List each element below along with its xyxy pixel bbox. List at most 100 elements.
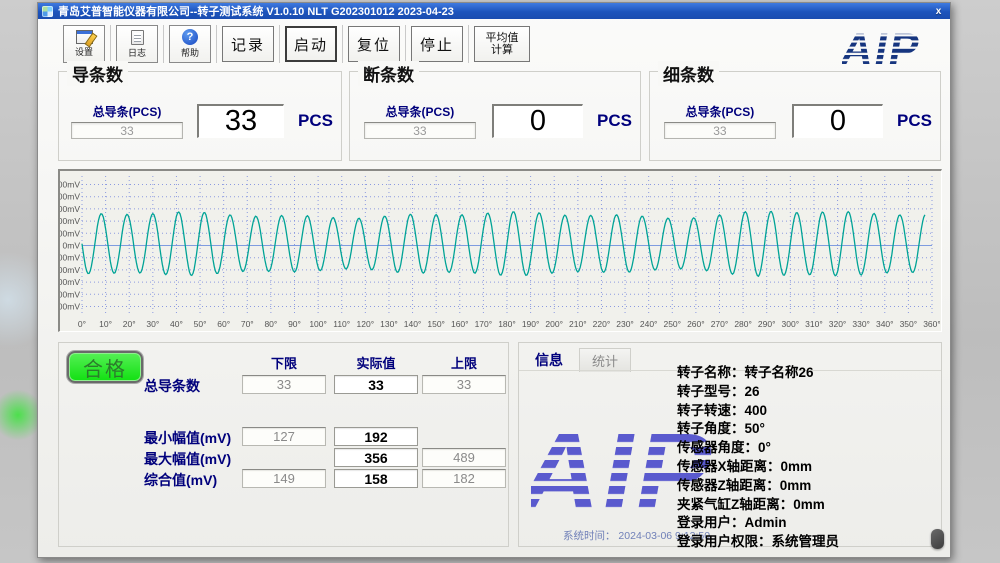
row-label: 最大幅值(mV): [144, 449, 231, 469]
count-display: 33: [197, 104, 284, 138]
row-label: 最小幅值(mV): [144, 428, 231, 448]
svg-text:340°: 340°: [876, 319, 894, 329]
group-title: 细条数: [658, 61, 719, 86]
svg-text:270°: 270°: [711, 319, 729, 329]
svg-text:500mV: 500mV: [60, 180, 80, 190]
waveform-svg: 500mV400mV300mV200mV100mV0mV100mV200mV30…: [60, 171, 940, 331]
toolbar-divider: [342, 25, 343, 63]
svg-text:140°: 140°: [404, 319, 422, 329]
toolbar-button-1[interactable]: 记录: [222, 26, 274, 62]
info-line: 转子名称：转子名称26: [677, 361, 814, 381]
info-line: 登录用户权限：系统管理员: [677, 530, 839, 550]
toolbar-button-3[interactable]: 复位: [348, 26, 400, 62]
title-bar[interactable]: 青岛艾普智能仪器有限公司--转子测试系统 V1.0.10 NLT G202301…: [38, 3, 950, 19]
toolbar-button-4[interactable]: 停止: [411, 26, 463, 62]
unit-label: PCS: [298, 111, 333, 131]
toolbar-divider: [110, 25, 111, 63]
toolbar: 设置日志 ?帮助记录 启动 复位 停止平均值计算: [63, 23, 530, 65]
total-bars-input[interactable]: 33: [71, 122, 183, 139]
svg-text:300mV: 300mV: [60, 204, 80, 214]
svg-text:100mV: 100mV: [60, 253, 80, 263]
svg-text:500mV: 500mV: [60, 301, 80, 311]
settings-icon: [76, 30, 93, 44]
svg-text:60°: 60°: [217, 319, 230, 329]
resize-grip[interactable]: [931, 529, 944, 549]
window-title: 青岛艾普智能仪器有限公司--转子测试系统 V1.0.10 NLT G202301…: [58, 3, 454, 19]
actual-value-box[interactable]: 192: [334, 427, 418, 446]
info-line: 夹紧气缸Z轴距离：0mm: [677, 493, 825, 513]
svg-text:290°: 290°: [758, 319, 776, 329]
svg-text:170°: 170°: [475, 319, 493, 329]
info-line: 传感器X轴距离：0mm: [677, 455, 812, 475]
column-header: 下限: [242, 353, 326, 372]
svg-text:50°: 50°: [194, 319, 207, 329]
count-display: 0: [492, 104, 583, 138]
pass-status-button[interactable]: 合格: [67, 351, 143, 383]
svg-text:70°: 70°: [241, 319, 254, 329]
toolbar-button-label: 记录: [231, 34, 265, 55]
count-display: 0: [792, 104, 883, 138]
toolbar-divider: [163, 25, 164, 63]
info-line: 转子角度：50°: [677, 417, 765, 437]
toolbar-button-label: 平均值: [486, 32, 519, 44]
settings-button[interactable]: 设置: [63, 25, 105, 63]
info-line: 登录用户：Admin: [677, 511, 787, 531]
info-panel: 信息统计 AIP 系统时间： 2024-03-06 9:12:50 转子名称：转…: [518, 342, 942, 547]
info-line: 转子转速：400: [677, 399, 767, 419]
counter-group-1: 导条数总导条(PCS)3333PCS: [58, 71, 342, 161]
lower-value-box: 127: [242, 427, 326, 446]
svg-text:30°: 30°: [146, 319, 159, 329]
svg-text:180°: 180°: [498, 319, 516, 329]
actual-value-box[interactable]: 158: [334, 469, 418, 488]
toolbar-button-label: 停止: [420, 34, 454, 55]
toolbar-button-label: 复位: [357, 34, 391, 55]
svg-text:250°: 250°: [663, 319, 681, 329]
actual-value-box[interactable]: 356: [334, 448, 418, 467]
svg-text:280°: 280°: [734, 319, 752, 329]
aip-logo-svg: AIP: [842, 24, 952, 70]
total-bars-label: 总导条(PCS): [93, 103, 162, 120]
unit-label: PCS: [597, 111, 632, 131]
toolbar-button-2[interactable]: 启动: [285, 26, 337, 62]
svg-text:80°: 80°: [264, 319, 277, 329]
column-header: 上限: [422, 353, 506, 372]
total-bars-input[interactable]: 33: [664, 122, 776, 139]
tab-active[interactable]: 信息: [529, 348, 569, 372]
tab-idle[interactable]: 统计: [579, 348, 631, 372]
svg-text:260°: 260°: [687, 319, 705, 329]
svg-text:330°: 330°: [852, 319, 870, 329]
svg-text:130°: 130°: [380, 319, 398, 329]
upper-value-box: 489: [422, 448, 506, 467]
toolbar-button-label: 启动: [294, 34, 328, 55]
svg-text:300°: 300°: [782, 319, 800, 329]
svg-text:200mV: 200mV: [60, 265, 80, 275]
svg-text:10°: 10°: [99, 319, 112, 329]
toolbar-button-label: 帮助: [181, 46, 199, 59]
toolbar-divider: [279, 25, 280, 63]
svg-text:310°: 310°: [805, 319, 823, 329]
system-time-label: 系统时间：: [563, 530, 616, 542]
toolbar-divider: [468, 25, 469, 63]
info-line: 传感器Z轴距离：0mm: [677, 474, 811, 494]
svg-text:400mV: 400mV: [60, 289, 80, 299]
total-bars-label: 总导条(PCS): [386, 103, 455, 120]
toolbar-button-5[interactable]: 平均值计算: [474, 26, 530, 62]
app-icon: [42, 6, 53, 17]
app-window: 青岛艾普智能仪器有限公司--转子测试系统 V1.0.10 NLT G202301…: [37, 2, 951, 558]
svg-text:300mV: 300mV: [60, 277, 80, 287]
svg-text:0mV: 0mV: [63, 241, 81, 251]
close-button[interactable]: x: [931, 5, 946, 17]
total-bars-input[interactable]: 33: [364, 122, 476, 139]
actual-value-box[interactable]: 33: [334, 375, 418, 394]
log-button[interactable]: 日志: [116, 25, 158, 63]
row-label: 综合值(mV): [144, 470, 217, 490]
svg-text:40°: 40°: [170, 319, 183, 329]
help-button[interactable]: ?帮助: [169, 25, 211, 63]
waveform-chart: 500mV400mV300mV200mV100mV0mV100mV200mV30…: [58, 169, 942, 332]
aip-logo: AIP: [842, 24, 942, 70]
column-header: 实际值: [334, 353, 418, 372]
svg-text:400mV: 400mV: [60, 192, 80, 202]
svg-text:320°: 320°: [829, 319, 847, 329]
svg-text:110°: 110°: [333, 319, 350, 329]
lower-value-box: 149: [242, 469, 326, 488]
